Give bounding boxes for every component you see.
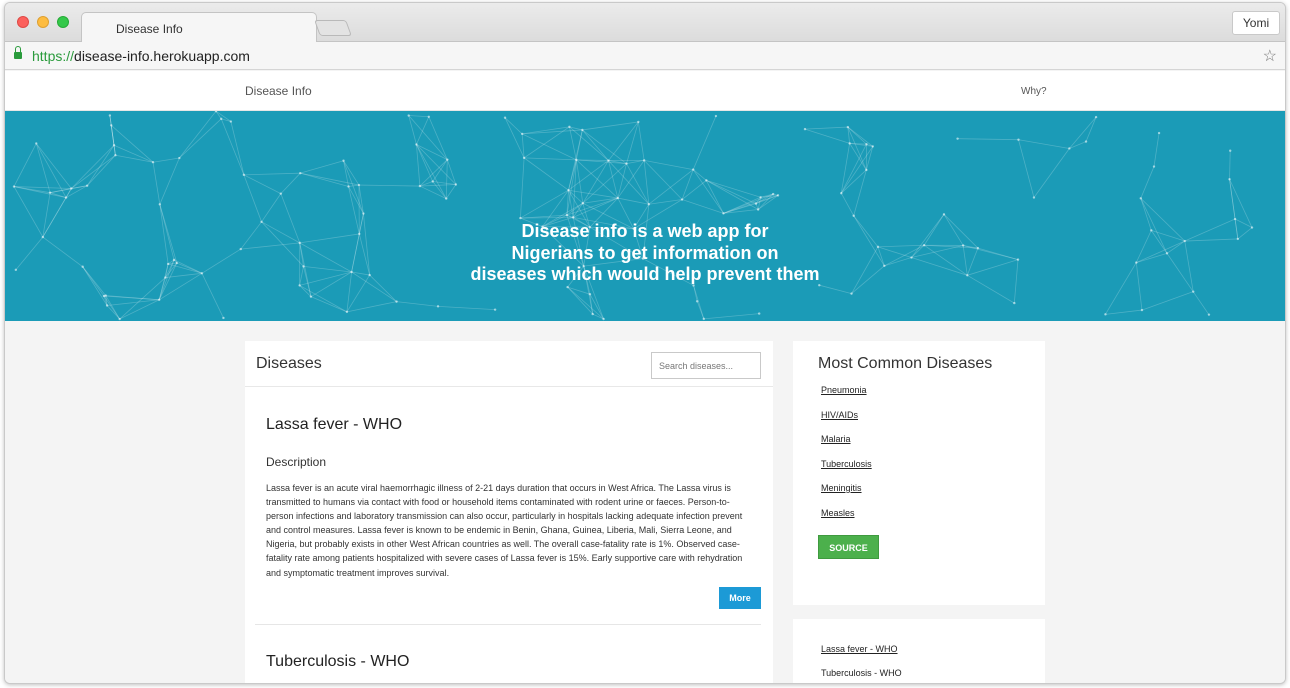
browser-tab[interactable]: Disease Info xyxy=(81,12,317,43)
common-link-measles[interactable]: Measles xyxy=(821,508,855,518)
tab-title: Disease Info xyxy=(116,22,183,36)
common-link-hiv-aids[interactable]: HIV/AIDs xyxy=(821,410,858,420)
url-host: disease-info.herokuapp.com xyxy=(74,48,250,64)
hero-banner: Disease info is a web app for Nigerians … xyxy=(5,111,1285,321)
new-tab-button[interactable] xyxy=(314,20,352,36)
address-bar[interactable]: https://disease-info.herokuapp.com ☆ xyxy=(5,42,1285,70)
common-link-pneumonia[interactable]: Pneumonia xyxy=(821,385,867,395)
hero-line-3: diseases which would help prevent them xyxy=(470,264,820,284)
bookmark-star-icon[interactable]: ☆ xyxy=(1263,46,1277,66)
disease-description-text: Lassa fever is an acute viral haemorrhag… xyxy=(266,483,743,578)
network-pattern-background xyxy=(12,111,1254,321)
most-common-title: Most Common Diseases xyxy=(818,355,993,372)
list-link-tuberculosis[interactable]: Tuberculosis - WHO xyxy=(821,668,902,678)
disease-entry-lassa: Lassa fever - WHO Description Lassa feve… xyxy=(266,416,762,580)
browser-titlebar: Disease Info Yomi xyxy=(5,3,1285,43)
common-link-malaria[interactable]: Malaria xyxy=(821,434,851,444)
maximize-window-button[interactable] xyxy=(57,16,69,28)
search-diseases-input[interactable] xyxy=(651,352,761,379)
common-link-meningitis[interactable]: Meningitis xyxy=(821,483,862,493)
disease-title: Lassa fever - WHO xyxy=(266,416,403,433)
common-link-tuberculosis[interactable]: Tuberculosis xyxy=(821,459,872,469)
site-navbar: Disease Info Why? xyxy=(5,71,1285,111)
hero-line-1: Disease info is a web app for xyxy=(521,221,769,241)
disease-list-panel: Lassa fever - WHO Tuberculosis - WHO xyxy=(793,619,1045,683)
disease-title: Tuberculosis - WHO xyxy=(266,653,410,670)
url-text[interactable]: https://disease-info.herokuapp.com xyxy=(32,48,250,64)
disease-entry-tuberculosis: Tuberculosis - WHO xyxy=(266,653,762,671)
hero-tagline: Disease info is a web app for Nigerians … xyxy=(5,221,1285,286)
more-button[interactable]: More xyxy=(719,587,761,609)
source-button[interactable]: SOURCE xyxy=(818,535,879,559)
diseases-panel-header: Diseases xyxy=(245,341,773,387)
close-window-button[interactable] xyxy=(17,16,29,28)
lock-icon xyxy=(14,46,22,60)
disease-description-heading: Description xyxy=(266,455,327,469)
browser-window: Disease Info Yomi https://disease-info.h… xyxy=(4,2,1286,684)
list-link-lassa-fever[interactable]: Lassa fever - WHO xyxy=(821,644,898,654)
url-scheme: https:// xyxy=(32,48,75,64)
minimize-window-button[interactable] xyxy=(37,16,49,28)
most-common-diseases-panel: Most Common Diseases Pneumonia HIV/AIDs … xyxy=(793,341,1045,605)
diseases-panel-title: Diseases xyxy=(256,355,322,372)
web-page: Disease Info Why? Disease info is a web … xyxy=(5,71,1285,683)
hero-line-2: Nigerians to get information on xyxy=(511,242,779,263)
profile-button[interactable]: Yomi xyxy=(1232,11,1280,35)
diseases-panel: Diseases Lassa fever - WHO Description L… xyxy=(245,341,773,683)
site-brand-link[interactable]: Disease Info xyxy=(245,84,312,98)
divider xyxy=(255,624,761,625)
why-link[interactable]: Why? xyxy=(1021,86,1047,97)
